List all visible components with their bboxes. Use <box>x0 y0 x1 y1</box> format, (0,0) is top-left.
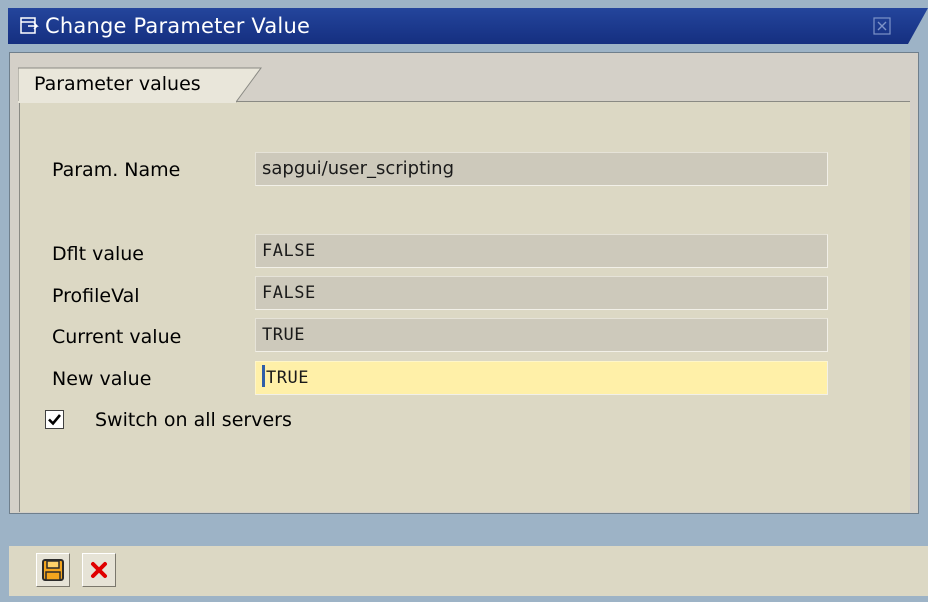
dialog-window: Change Parameter Value Parameter values … <box>0 0 928 602</box>
new-value-text: TRUE <box>266 368 309 388</box>
text-caret <box>262 365 265 387</box>
current-value-label: Current value <box>52 326 182 348</box>
checkmark-icon <box>48 414 62 426</box>
param-name-field: sapgui/user_scripting <box>255 152 828 186</box>
save-button[interactable] <box>36 553 70 587</box>
tab-label: Parameter values <box>34 73 201 95</box>
title-bar[interactable]: Change Parameter Value <box>8 8 928 44</box>
param-name-label: Param. Name <box>52 159 181 181</box>
window-title: Change Parameter Value <box>45 14 311 38</box>
bottom-toolbar <box>9 546 928 596</box>
profile-value-label: ProfileVal <box>52 285 140 307</box>
new-value-input[interactable]: TRUE <box>255 361 828 395</box>
switch-all-servers-checkbox[interactable] <box>45 410 64 429</box>
cancel-button[interactable] <box>82 553 116 587</box>
default-value-field: FALSE <box>255 234 828 268</box>
switch-all-servers-label: Switch on all servers <box>95 409 292 431</box>
default-value-label: Dflt value <box>52 243 144 265</box>
new-value-label: New value <box>52 368 152 390</box>
cancel-icon <box>91 562 107 578</box>
dialog-window-icon <box>20 17 40 35</box>
profile-value-field: FALSE <box>255 276 828 310</box>
close-icon[interactable] <box>873 17 891 35</box>
save-icon <box>42 559 64 581</box>
current-value-field: TRUE <box>255 318 828 352</box>
